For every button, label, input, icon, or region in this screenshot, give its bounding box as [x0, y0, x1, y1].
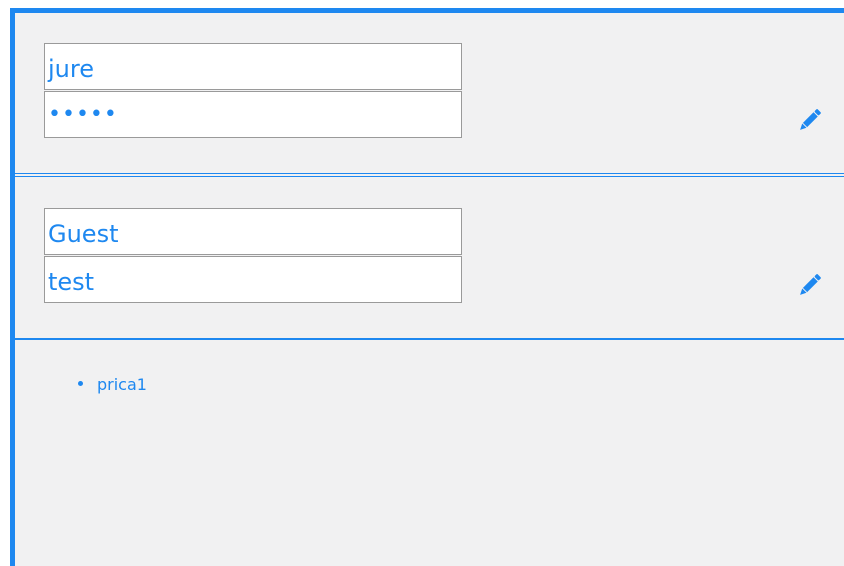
list-item[interactable]: prica1	[78, 375, 147, 395]
list-item-label: prica1	[97, 375, 147, 394]
section-divider	[15, 338, 844, 340]
account-card-guest: Guest test	[15, 178, 844, 340]
edit-account-button[interactable]	[795, 105, 825, 135]
password-field[interactable]: •••••	[44, 91, 462, 138]
username-field[interactable]: jure	[44, 43, 462, 90]
pencil-icon	[800, 109, 821, 130]
section-divider	[15, 173, 844, 177]
pencil-icon	[800, 274, 821, 295]
bullet-icon	[78, 381, 83, 386]
main-panel: jure ••••• Guest test prica1	[10, 8, 844, 566]
edit-account-button[interactable]	[795, 270, 825, 300]
account-card-jure: jure •••••	[15, 13, 844, 173]
username-field[interactable]: Guest	[44, 208, 462, 255]
password-field[interactable]: test	[44, 256, 462, 303]
